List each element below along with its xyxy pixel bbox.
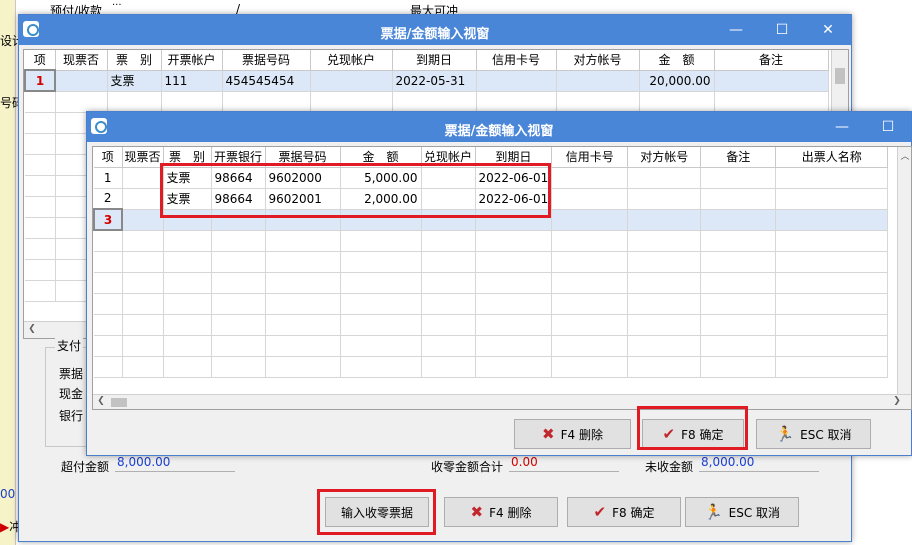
table-cell[interactable] [55, 70, 108, 92]
highlight-box-bill-rows [160, 163, 551, 218]
outer-titlebar: 票据/金额输入视窗 — ☐ ✕ [19, 15, 851, 45]
row-indicator[interactable]: 3 [93, 208, 123, 231]
payment-label-bank: 银行 [59, 409, 84, 423]
col-card[interactable]: 信用卡号 [551, 147, 629, 168]
table-cell[interactable]: 454545454 [222, 70, 311, 92]
payment-label-bill: 票据 [59, 367, 84, 381]
checkmark-icon: ✔ [593, 503, 607, 521]
table-cell[interactable] [122, 188, 164, 210]
outer-delete-button[interactable]: ✖ F4 删除 [444, 497, 558, 527]
delete-x-icon: ✖ [542, 425, 555, 443]
payment-label-cash: 现金 [59, 387, 84, 401]
col-amount[interactable]: 金 额 [639, 50, 715, 71]
inner-bill-window: 票据/金额输入视窗 — ☐ ✕ 项 现票否 票 别 开票银行 票据号码 金 额 … [86, 111, 912, 456]
payment-legend: 支付 [55, 337, 84, 354]
col-cash[interactable]: 现票否 [122, 147, 164, 168]
col-due[interactable]: 到期日 [392, 50, 477, 71]
delete-x-icon: ✖ [470, 503, 484, 521]
scroll-left-icon[interactable]: ❮ [93, 396, 109, 406]
scroll-left-icon[interactable]: ❮ [24, 324, 40, 334]
outer-confirm-button[interactable]: ✔ F8 确定 [567, 497, 681, 527]
table-row[interactable] [94, 251, 889, 273]
col-cash[interactable]: 现票否 [55, 50, 108, 71]
col-redeem[interactable]: 兑现帐户 [310, 50, 393, 71]
table-cell[interactable]: 支票 [107, 70, 162, 92]
row-indicator[interactable]: 1 [24, 69, 56, 92]
table-row[interactable] [94, 272, 889, 294]
table-cell[interactable] [714, 70, 829, 92]
table-row[interactable]: 1 支票 111 454545454 2022-05-31 20,000.00 [24, 69, 829, 92]
running-man-icon: 🏃 [775, 425, 795, 443]
inner-vertical-scrollbar[interactable]: ︿ [897, 147, 911, 397]
highlight-box-confirm [637, 406, 748, 450]
table-row[interactable] [94, 356, 889, 378]
scroll-right-icon[interactable]: ❯ [889, 396, 905, 406]
table-row[interactable] [94, 314, 889, 336]
maximize-button[interactable]: ☐ [865, 112, 911, 142]
col-account[interactable]: 开票帐户 [161, 50, 223, 71]
total-value: 0.00 [511, 455, 538, 469]
col-note[interactable]: 备注 [714, 50, 829, 71]
table-row[interactable] [94, 230, 889, 252]
close-button[interactable]: ✕ [805, 15, 851, 45]
table-row[interactable] [94, 293, 889, 315]
running-man-icon: 🏃 [703, 503, 723, 521]
row-number[interactable]: 2 [94, 188, 123, 210]
col-other[interactable]: 对方帐号 [627, 147, 702, 168]
table-cell[interactable] [310, 70, 393, 92]
table-cell[interactable] [122, 167, 164, 189]
minimize-button[interactable]: — [713, 15, 759, 45]
table-cell[interactable] [556, 70, 640, 92]
col-drawer[interactable]: 出票人名称 [775, 147, 889, 168]
table-cell[interactable] [476, 70, 557, 92]
inner-delete-button[interactable]: ✖ F4 删除 [514, 419, 631, 449]
inner-titlebar: 票据/金额输入视窗 — ☐ ✕ [87, 112, 911, 142]
table-row[interactable] [25, 91, 829, 113]
overpay-label: 超付金额 [61, 460, 110, 474]
outer-cancel-button[interactable]: 🏃 ESC 取消 [685, 497, 799, 527]
inner-cancel-button[interactable]: 🏃 ESC 取消 [756, 419, 871, 449]
scroll-up-icon[interactable]: ︿ [897, 149, 911, 162]
col-number[interactable]: 票据号码 [222, 50, 311, 71]
scroll-thumb[interactable] [835, 68, 845, 84]
table-row[interactable] [94, 335, 889, 357]
highlight-box-input-bills [317, 489, 436, 535]
table-cell[interactable]: 111 [161, 70, 223, 92]
col-item[interactable]: 项 [25, 50, 56, 71]
inner-horizontal-scrollbar[interactable]: ❮ ❯ [93, 394, 911, 409]
row-number[interactable]: 1 [94, 167, 123, 189]
uncollected-value: 8,000.00 [701, 455, 755, 469]
bottom-left-value: 00 [0, 487, 16, 501]
col-other[interactable]: 对方帐号 [556, 50, 640, 71]
uncollected-label: 未收金额 [645, 460, 694, 474]
left-panel [0, 0, 16, 545]
table-cell[interactable] [122, 209, 164, 231]
outer-header-row: 项 现票否 票 别 开票帐户 票据号码 兑现帐户 到期日 信用卡号 对方帐号 金… [25, 50, 829, 71]
col-type[interactable]: 票 别 [107, 50, 162, 71]
col-item[interactable]: 项 [94, 147, 123, 168]
table-cell[interactable]: 2022-05-31 [392, 70, 477, 92]
scroll-thumb[interactable] [111, 398, 127, 407]
minimize-button[interactable]: — [819, 112, 865, 142]
inner-window-title: 票据/金额输入视窗 [444, 124, 554, 139]
total-label: 收零金额合计 [431, 460, 504, 474]
ellipsis-icon[interactable]: ··· [112, 0, 122, 11]
col-card[interactable]: 信用卡号 [476, 50, 557, 71]
overpay-value: 8,000.00 [117, 455, 171, 469]
maximize-button[interactable]: ☐ [759, 15, 805, 45]
table-cell[interactable]: 20,000.00 [639, 70, 715, 92]
col-note[interactable]: 备注 [700, 147, 777, 168]
